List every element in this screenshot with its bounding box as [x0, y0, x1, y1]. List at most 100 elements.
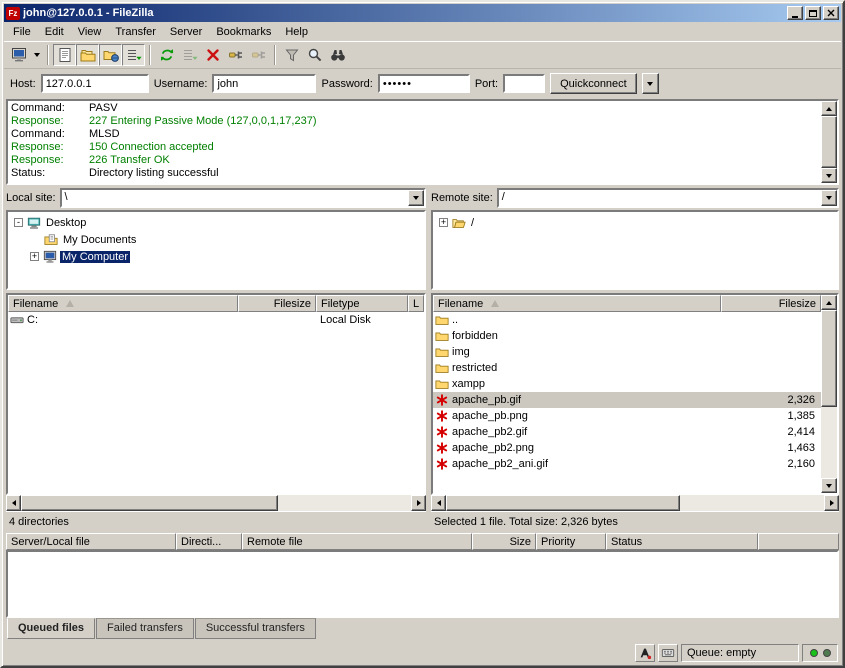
file-row[interactable]: xampp — [433, 376, 821, 392]
column-header-filetype[interactable]: Filetype — [316, 295, 408, 312]
log-line: Command:PASV — [11, 102, 821, 115]
disconnect-button[interactable] — [224, 44, 247, 66]
toggle-queue-button[interactable] — [122, 44, 145, 66]
expand-toggle[interactable]: + — [30, 252, 39, 261]
remote-site-dropdown-button[interactable] — [821, 190, 837, 206]
column-header-filename[interactable]: Filename — [433, 295, 721, 312]
transfer-type-ascii-icon[interactable] — [635, 644, 655, 662]
tree-item-my-computer[interactable]: + My Computer — [8, 248, 424, 265]
quickconnect-button[interactable]: Quickconnect — [550, 73, 637, 94]
remote-site-combo[interactable]: / — [497, 188, 839, 208]
scroll-right-button[interactable] — [824, 495, 839, 511]
menu-file[interactable]: File — [6, 24, 38, 40]
column-header-priority[interactable]: Priority — [536, 533, 606, 550]
scroll-down-button[interactable] — [821, 168, 837, 183]
quickconnect-dropdown-button[interactable] — [642, 73, 659, 94]
site-manager-button[interactable] — [7, 44, 30, 66]
statusbar-spacer — [7, 644, 632, 662]
column-header-remote-file[interactable]: Remote file — [242, 533, 472, 550]
file-row[interactable]: apache_pb2_ani.gif 2,160 — [433, 456, 821, 472]
tree-item-root[interactable]: + / — [433, 214, 837, 231]
file-row[interactable]: .. — [433, 312, 821, 328]
column-header-status[interactable]: Status — [606, 533, 758, 550]
column-header-lastmodified[interactable]: L — [408, 295, 424, 312]
title-bar: Fz john@127.0.0.1 - FileZilla — [4, 4, 841, 22]
refresh-button[interactable] — [155, 44, 178, 66]
scroll-thumb[interactable] — [446, 495, 680, 511]
toggle-local-tree-button[interactable] — [76, 44, 99, 66]
local-site-combo[interactable]: \ — [60, 188, 426, 208]
menu-edit[interactable]: Edit — [38, 24, 71, 40]
scroll-left-button[interactable] — [6, 495, 21, 511]
port-input[interactable] — [503, 74, 545, 93]
minimize-button[interactable] — [787, 6, 803, 20]
find-button[interactable] — [326, 44, 349, 66]
file-row[interactable]: apache_pb2.gif 2,414 — [433, 424, 821, 440]
scroll-right-button[interactable] — [411, 495, 426, 511]
filter-button[interactable] — [280, 44, 303, 66]
filezilla-logo-icon: Fz — [6, 7, 20, 20]
tab-successful-transfers[interactable]: Successful transfers — [195, 618, 316, 639]
process-queue-button[interactable] — [178, 44, 201, 66]
file-row[interactable]: apache_pb2.png 1,463 — [433, 440, 821, 456]
queue-status-panel: Queue: empty — [681, 644, 799, 662]
tree-item-my-documents[interactable]: My Documents — [8, 231, 424, 248]
remote-vertical-scrollbar[interactable] — [821, 295, 837, 493]
file-row[interactable]: img — [433, 344, 821, 360]
maximize-button[interactable] — [805, 6, 821, 20]
compare-button[interactable] — [303, 44, 326, 66]
toolbar-separator — [149, 45, 151, 65]
column-header-filename[interactable]: Filename — [8, 295, 238, 312]
expand-toggle[interactable]: + — [439, 218, 448, 227]
site-manager-dropdown-button[interactable] — [30, 44, 43, 66]
column-header-filesize[interactable]: Filesize — [721, 295, 821, 312]
log-vertical-scrollbar[interactable] — [821, 101, 837, 183]
scroll-up-button[interactable] — [821, 295, 837, 310]
local-pane: Local site: \ - Desktop My Documents + — [6, 187, 426, 531]
menu-server[interactable]: Server — [163, 24, 209, 40]
menu-help[interactable]: Help — [278, 24, 315, 40]
menu-transfer[interactable]: Transfer — [108, 24, 163, 40]
window-title: john@127.0.0.1 - FileZilla — [23, 7, 785, 19]
scroll-left-button[interactable] — [431, 495, 446, 511]
scroll-thumb[interactable] — [21, 495, 278, 511]
tab-queued-files[interactable]: Queued files — [7, 618, 95, 639]
username-input[interactable] — [212, 74, 316, 93]
column-header-direction[interactable]: Directi... — [176, 533, 242, 550]
toggle-message-log-button[interactable] — [53, 44, 76, 66]
queue-list[interactable] — [6, 550, 839, 618]
cancel-button[interactable] — [201, 44, 224, 66]
file-row-selected[interactable]: apache_pb.gif 2,326 — [433, 392, 821, 408]
menu-view[interactable]: View — [71, 24, 109, 40]
remote-horizontal-scrollbar[interactable] — [431, 495, 839, 511]
close-button[interactable] — [823, 6, 839, 20]
scroll-up-button[interactable] — [821, 101, 837, 116]
local-horizontal-scrollbar[interactable] — [6, 495, 426, 511]
column-header-size[interactable]: Size — [472, 533, 536, 550]
file-row[interactable]: forbidden — [433, 328, 821, 344]
local-site-value: \ — [62, 190, 408, 206]
local-site-dropdown-button[interactable] — [408, 190, 424, 206]
arrow-right-icon — [830, 500, 834, 506]
host-input[interactable] — [41, 74, 149, 93]
password-input[interactable] — [378, 74, 470, 93]
log-line: Response:150 Connection accepted — [11, 141, 821, 154]
tree-item-desktop[interactable]: - Desktop — [8, 214, 424, 231]
file-row[interactable]: apache_pb.png 1,385 — [433, 408, 821, 424]
toggle-remote-tree-button[interactable] — [99, 44, 122, 66]
file-row[interactable]: restricted — [433, 360, 821, 376]
scroll-thumb[interactable] — [821, 116, 837, 168]
compare-icon — [307, 47, 323, 63]
column-header-server-local-file[interactable]: Server/Local file — [6, 533, 176, 550]
scroll-thumb[interactable] — [821, 310, 837, 407]
column-header-filesize[interactable]: Filesize — [238, 295, 316, 312]
scroll-down-button[interactable] — [821, 478, 837, 493]
remote-site-value: / — [499, 190, 821, 206]
menu-bookmarks[interactable]: Bookmarks — [209, 24, 278, 40]
remote-directory-tree: + / — [431, 210, 839, 290]
file-row-c-drive[interactable]: C: Local Disk — [8, 312, 424, 328]
keypad-icon[interactable] — [658, 644, 678, 662]
collapse-toggle[interactable]: - — [14, 218, 23, 227]
tab-failed-transfers[interactable]: Failed transfers — [96, 618, 194, 639]
reconnect-button[interactable] — [247, 44, 270, 66]
